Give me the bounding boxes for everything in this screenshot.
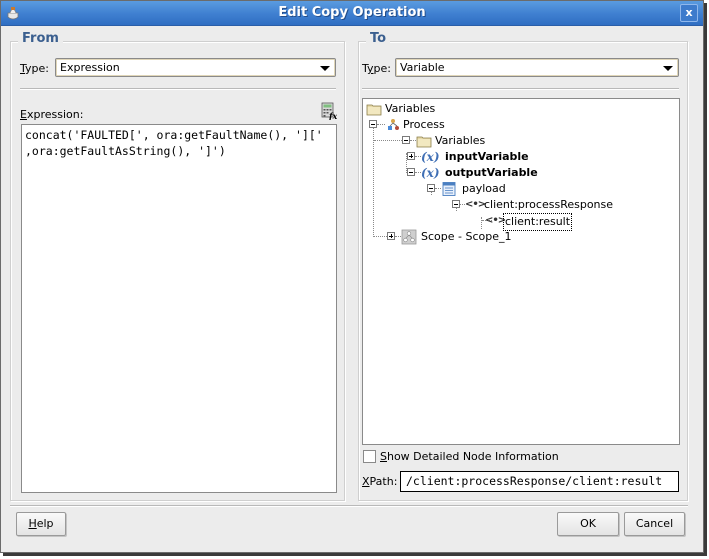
help-button[interactable]: Help	[16, 512, 66, 536]
collapse-icon[interactable]	[452, 200, 460, 208]
show-detailed-node-checkbox[interactable]	[363, 450, 376, 463]
folder-icon	[366, 104, 382, 116]
to-type-label: Type:	[362, 62, 391, 75]
message-part-icon	[442, 182, 456, 196]
from-panel: From Type: Expression Expression: fx con…	[10, 31, 345, 501]
tree-node-outputvariable[interactable]: (x) outputVariable	[363, 165, 663, 181]
expand-icon[interactable]	[387, 232, 395, 240]
xpath-input[interactable]: /client:processResponse/client:result	[400, 471, 679, 492]
process-icon	[388, 119, 399, 130]
from-type-select[interactable]: Expression	[55, 58, 336, 77]
tree-node-variables-root[interactable]: Variables	[363, 101, 663, 117]
collapse-icon[interactable]	[369, 120, 377, 128]
edit-copy-operation-dialog: Edit Copy Operation x From Type: Express…	[0, 0, 704, 553]
title-bar[interactable]: Edit Copy Operation x	[1, 1, 703, 26]
from-type-label: Type:	[20, 62, 49, 75]
element-icon: <•>	[465, 199, 486, 210]
tree-node-variables[interactable]: Variables	[363, 133, 663, 149]
element-icon: <•>	[485, 215, 506, 226]
window-title: Edit Copy Operation	[278, 5, 426, 20]
close-icon: x	[685, 6, 693, 19]
tree-node-process[interactable]: Process	[363, 117, 663, 133]
collapse-icon[interactable]	[427, 184, 435, 192]
from-type-value: Expression	[60, 61, 120, 74]
from-group-title: From	[18, 31, 63, 46]
tree-node-result[interactable]: <•> client:result	[363, 213, 663, 231]
tree-node-scope[interactable]: Scope - Scope_1	[363, 229, 663, 245]
collapse-icon[interactable]	[402, 136, 410, 144]
to-type-select[interactable]: Variable	[395, 58, 679, 77]
chevron-down-icon	[320, 66, 330, 71]
tree-node-processresponse[interactable]: <•> client:processResponse	[363, 197, 663, 213]
folder-icon	[416, 136, 432, 148]
to-type-value: Variable	[400, 61, 445, 74]
from-separator	[20, 88, 336, 90]
ok-button[interactable]: OK	[557, 512, 619, 536]
variable-icon: (x)	[421, 166, 440, 180]
collapse-icon[interactable]	[407, 168, 415, 176]
cancel-button[interactable]: Cancel	[624, 512, 685, 536]
expression-textarea[interactable]: concat('FAULTED[', ora:getFaultName(), '…	[21, 124, 337, 493]
expression-label: Expression:	[20, 108, 84, 121]
expression-builder-icon[interactable]: fx	[321, 102, 337, 120]
to-group-title: To	[366, 31, 391, 46]
svg-text:fx: fx	[328, 111, 337, 120]
variable-tree[interactable]: Variables Process Variables (x) inputVar…	[362, 98, 680, 445]
scope-icon	[401, 229, 417, 245]
to-panel: To Type: Variable Variables Process Vari…	[358, 31, 688, 501]
tree-node-inputvariable[interactable]: (x) inputVariable	[363, 149, 663, 165]
bottom-separator	[10, 505, 688, 507]
to-separator	[362, 88, 679, 90]
close-button[interactable]: x	[680, 4, 698, 22]
tree-node-payload[interactable]: payload	[363, 181, 663, 197]
xpath-label: XPath:	[362, 475, 398, 488]
variable-icon: (x)	[421, 150, 440, 164]
expand-icon[interactable]	[407, 152, 415, 160]
show-detailed-node-label[interactable]: Show Detailed Node Information	[380, 450, 559, 463]
chevron-down-icon	[663, 66, 673, 71]
